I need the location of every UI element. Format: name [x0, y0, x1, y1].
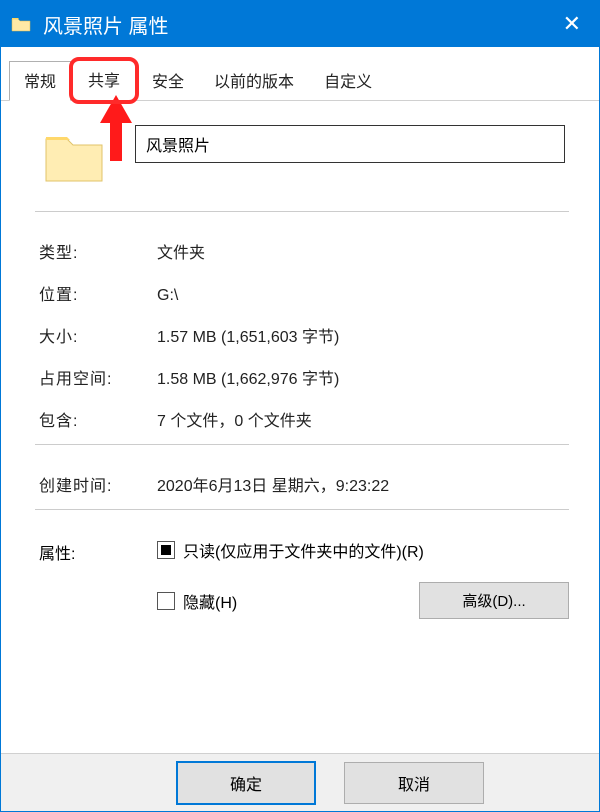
folder-name-input[interactable]	[135, 125, 565, 163]
value-type: 文件夹	[157, 239, 569, 263]
tab-custom[interactable]: 自定义	[309, 61, 387, 100]
folder-large-icon	[43, 129, 105, 187]
label-attributes: 属性:	[39, 538, 157, 564]
tab-sharing[interactable]: 共享	[73, 61, 135, 100]
advanced-button[interactable]: 高级(D)...	[419, 582, 569, 619]
readonly-label: 只读(仅应用于文件夹中的文件)(R)	[183, 538, 424, 562]
value-size-on-disk: 1.58 MB (1,662,976 字节)	[157, 365, 569, 389]
label-type: 类型:	[39, 239, 157, 263]
window-title: 风景照片 属性	[43, 10, 555, 39]
separator	[35, 211, 569, 212]
label-created: 创建时间:	[39, 472, 157, 496]
tab-general[interactable]: 常规	[9, 61, 71, 101]
titlebar: 风景照片 属性 ✕	[1, 1, 599, 47]
label-location: 位置:	[39, 281, 157, 305]
tab-content-general: 类型: 文件夹 位置: G:\ 大小: 1.57 MB (1,651,603 字…	[1, 101, 599, 629]
value-contains: 7 个文件，0 个文件夹	[157, 407, 569, 431]
readonly-checkbox[interactable]	[157, 541, 175, 559]
hidden-checkbox[interactable]	[157, 592, 175, 610]
tab-strip: 常规 共享 安全 以前的版本 自定义	[1, 47, 599, 101]
separator	[35, 509, 569, 510]
dialog-button-bar: 确定 取消	[1, 753, 599, 811]
tab-previous-versions[interactable]: 以前的版本	[199, 61, 309, 100]
hidden-label: 隐藏(H)	[183, 589, 237, 613]
separator	[35, 444, 569, 445]
label-contains: 包含:	[39, 407, 157, 431]
value-location: G:\	[157, 287, 569, 305]
ok-button[interactable]: 确定	[176, 761, 316, 805]
cancel-button[interactable]: 取消	[344, 762, 484, 804]
label-size: 大小:	[39, 323, 157, 347]
value-created: 2020年6月13日 星期六，9:23:22	[157, 472, 569, 496]
folder-icon	[11, 16, 31, 32]
tab-security[interactable]: 安全	[137, 61, 199, 100]
label-size-on-disk: 占用空间:	[39, 365, 157, 389]
close-button[interactable]: ✕	[555, 11, 589, 37]
value-size: 1.57 MB (1,651,603 字节)	[157, 323, 569, 347]
